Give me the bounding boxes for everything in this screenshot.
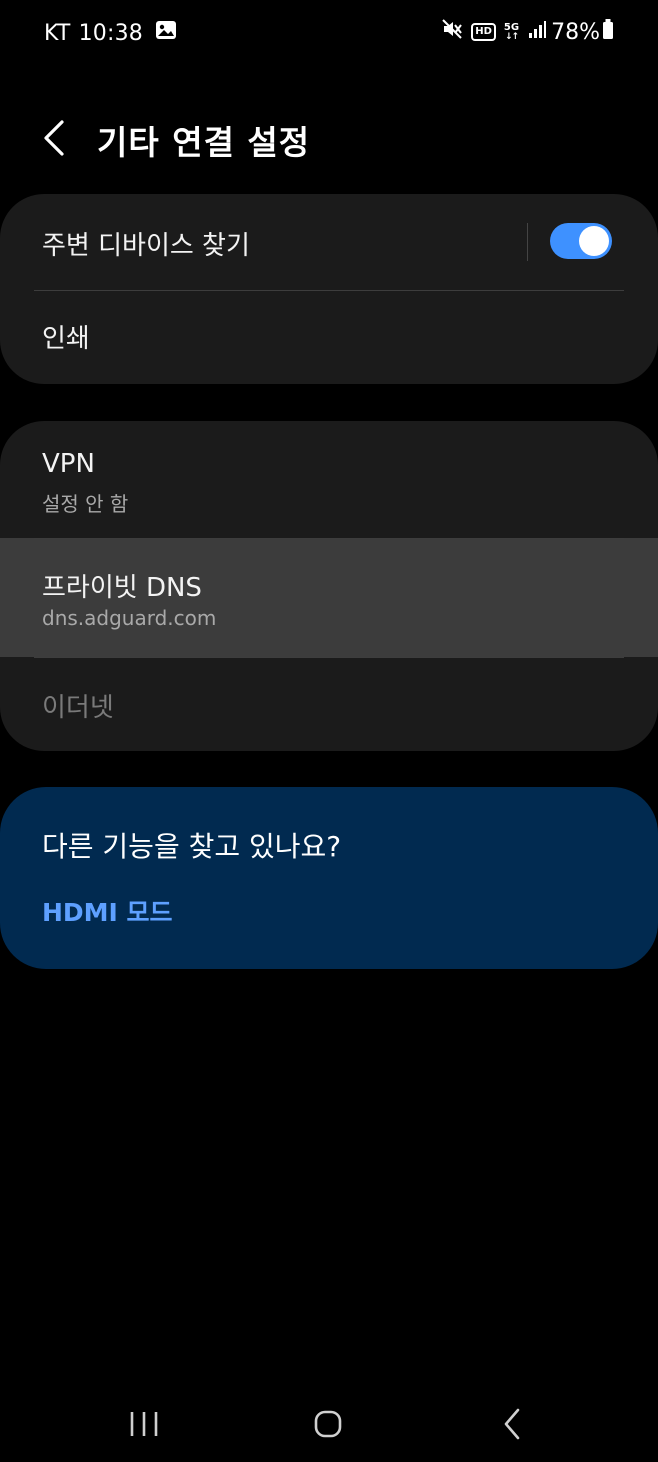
setting-nearby-devices[interactable]: 주변 디바이스 찾기 xyxy=(0,194,658,290)
network-arrows: ↓↑ xyxy=(504,32,519,42)
status-right: HD 5G ↓↑ 78% xyxy=(433,18,614,46)
setting-private-dns[interactable]: 프라이빗 DNS dns.adguard.com xyxy=(0,538,658,657)
navigation-bar xyxy=(0,1382,658,1462)
ethernet-label: 이더넷 xyxy=(42,693,114,723)
private-dns-label: 프라이빗 DNS xyxy=(42,573,202,603)
nearby-devices-switch[interactable] xyxy=(550,223,612,259)
settings-group-nearby: 주변 디바이스 찾기 인쇄 xyxy=(0,194,658,384)
settings-group-network: VPN 설정 안 함 프라이빗 DNS dns.adguard.com 이더넷 xyxy=(0,421,658,751)
private-dns-value: dns.adguard.com xyxy=(42,606,217,630)
setting-printing[interactable]: 인쇄 xyxy=(0,291,658,384)
recent-apps-icon xyxy=(130,1412,158,1436)
nav-back-button[interactable] xyxy=(494,1404,534,1444)
clock: 10:38 xyxy=(78,20,143,46)
vibrate-mute-icon xyxy=(441,18,463,46)
carrier-label: KT xyxy=(44,20,71,46)
divider xyxy=(34,538,624,539)
chevron-left-icon xyxy=(44,120,64,156)
switch-knob xyxy=(579,226,609,256)
home-icon xyxy=(314,1410,342,1438)
app-header: 기타 연결 설정 xyxy=(0,100,658,180)
page-title: 기타 연결 설정 xyxy=(97,123,311,162)
setting-ethernet: 이더넷 xyxy=(0,658,658,751)
printing-label: 인쇄 xyxy=(42,324,90,354)
signal-bars-icon xyxy=(527,19,547,45)
nearby-devices-label: 주변 디바이스 찾기 xyxy=(42,231,250,261)
status-bar: KT 10:38 HD 5G ↓↑ 78% xyxy=(0,0,658,70)
suggestion-card: 다른 기능을 찾고 있나요? HDMI 모드 xyxy=(0,787,658,969)
suggestion-title: 다른 기능을 찾고 있나요? xyxy=(42,830,342,863)
nav-back-icon xyxy=(504,1408,520,1440)
status-left: KT 10:38 xyxy=(44,20,177,46)
home-button[interactable] xyxy=(308,1404,348,1444)
battery-icon xyxy=(602,18,614,46)
recent-apps-button[interactable] xyxy=(124,1404,164,1444)
image-icon xyxy=(155,20,177,46)
toggle-divider xyxy=(527,223,528,261)
hdmi-mode-link[interactable]: HDMI 모드 xyxy=(42,893,173,929)
vpn-status: 설정 안 함 xyxy=(42,492,129,516)
battery-percent: 78% xyxy=(551,19,600,45)
hd-badge: HD xyxy=(471,23,496,41)
network-badge: 5G ↓↑ xyxy=(504,22,519,42)
back-button[interactable] xyxy=(36,116,76,160)
vpn-label: VPN xyxy=(42,449,95,479)
setting-vpn[interactable]: VPN 설정 안 함 xyxy=(0,421,658,538)
